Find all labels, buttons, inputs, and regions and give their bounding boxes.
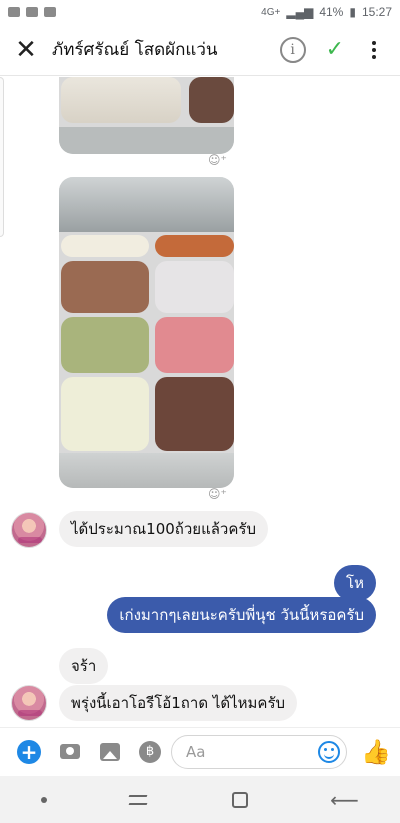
camera-icon[interactable]	[59, 741, 81, 763]
muted-notification-icon	[44, 7, 56, 17]
avatar[interactable]	[11, 512, 47, 548]
baht-icon[interactable]: ฿	[139, 740, 161, 763]
message-composer: + ฿ 👍	[0, 727, 400, 775]
back-icon[interactable]: ⟵	[330, 788, 359, 812]
emoji-icon[interactable]	[318, 740, 340, 763]
gallery-notification-icon	[8, 7, 20, 17]
message-bubble-incoming[interactable]: ได้ประมาณ100ถ้วยแล้วครับ	[59, 511, 268, 547]
like-icon[interactable]: 👍	[361, 738, 391, 766]
photo-tray	[61, 261, 149, 313]
message-bubble-outgoing[interactable]: เก่งมากๆเลยนะครับพี่นุช วันนี้หรอครับ	[107, 597, 376, 633]
clock: 15:27	[361, 5, 392, 19]
status-bar: 4G+ ▂▄▆ 41% ▮ 15:27	[0, 0, 400, 24]
notification-icons	[8, 7, 56, 17]
battery-icon: ▮	[349, 5, 356, 19]
react-icon[interactable]: ☺⁺	[208, 153, 227, 167]
system-navigation-bar: ⟵	[0, 776, 400, 823]
photo-tray	[155, 377, 234, 451]
photo-tray	[61, 317, 149, 373]
avatar[interactable]	[11, 685, 47, 721]
react-icon[interactable]: ☺⁺	[208, 487, 227, 501]
photo-glass	[59, 177, 234, 232]
photo-tray	[155, 317, 234, 373]
image-icon[interactable]	[99, 741, 121, 763]
more-icon[interactable]	[364, 40, 384, 59]
info-icon[interactable]: i	[279, 36, 306, 63]
photo-tray	[155, 261, 234, 313]
status-right: 4G+ ▂▄▆ 41% ▮ 15:27	[261, 5, 392, 19]
line-notification-icon	[26, 7, 38, 17]
photo-tray	[155, 235, 234, 257]
conversation-header: ✕ ภัทร์ศรัณย์ โสดผักแว่น i ✓	[0, 24, 400, 76]
photo-tray	[61, 77, 181, 123]
message-bubble-outgoing[interactable]: โห	[334, 565, 376, 601]
signal-icon: ▂▄▆	[286, 5, 314, 19]
photo-tray	[61, 377, 149, 451]
nav-dot-icon[interactable]	[41, 796, 48, 803]
photo-tray	[61, 235, 149, 257]
photo-message[interactable]	[59, 77, 234, 154]
close-icon[interactable]: ✕	[0, 24, 52, 76]
message-input-wrapper	[171, 734, 347, 769]
photo-message[interactable]	[59, 177, 234, 488]
home-icon[interactable]	[231, 791, 248, 808]
message-thread[interactable]: ☺⁺ ☺⁺ ได้ประมาณ100ถ้วยแล้วครับ โห เก่งมา…	[0, 77, 400, 727]
message-bubble-incoming[interactable]: พรุ่งนี้เอาโอรีโอ้1ถาด ได้ไหมครับ	[59, 685, 298, 721]
scroll-handle[interactable]	[0, 77, 4, 237]
network-indicator: 4G+	[261, 6, 281, 18]
photo-counter	[59, 453, 234, 488]
conversation-title: ภัทร์ศรัณย์ โสดผักแว่น	[52, 40, 218, 60]
recents-icon[interactable]	[129, 793, 149, 807]
message-bubble-incoming[interactable]: จร้า	[59, 648, 109, 684]
battery-level: 41%	[319, 5, 344, 19]
check-icon[interactable]: ✓	[326, 37, 344, 62]
message-input[interactable]	[186, 742, 318, 761]
photo-tray-edge	[59, 127, 234, 154]
add-icon[interactable]: +	[17, 739, 41, 764]
photo-tray	[189, 77, 234, 123]
